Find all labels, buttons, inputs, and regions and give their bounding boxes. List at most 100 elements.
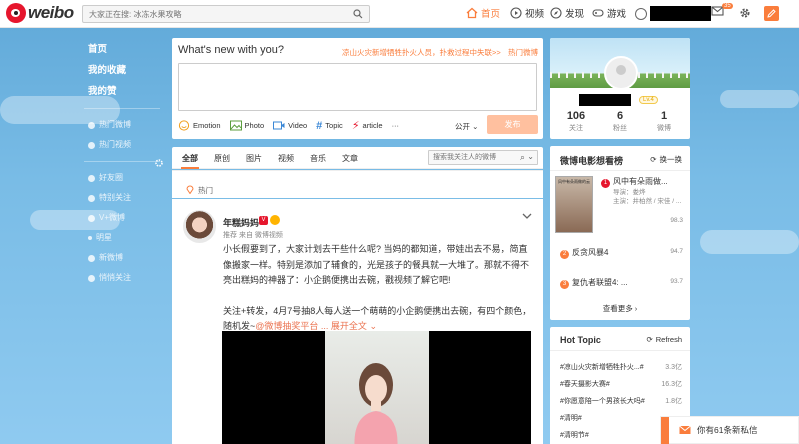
sidebar-item-likes[interactable]: 我的赞 (78, 81, 166, 102)
tab-music[interactable]: 音乐 (310, 153, 326, 164)
profile-card: Lv.4 106 关注 6 粉丝 1 微博 (550, 38, 690, 139)
sidebar-item-favorites[interactable]: 我的收藏 (78, 60, 166, 81)
sidebar-divider (84, 108, 160, 109)
stat-label: 关注 (569, 125, 583, 132)
user-icon (635, 7, 647, 20)
hot-feed-header: 热门 (172, 170, 543, 198)
chevron-down-icon: ⌄ (472, 122, 479, 131)
trending-topic-link[interactable]: 凉山火灾新增牺牲扑火人员，扑救过程中失联>> (342, 47, 501, 58)
chevron-down-icon[interactable]: ⌄ (527, 152, 534, 161)
publish-button[interactable]: 发布 (487, 115, 538, 134)
tool-label: article (362, 121, 383, 130)
stat-posts[interactable]: 1 微博 (641, 110, 687, 133)
author-avatar[interactable] (183, 210, 216, 243)
movie-rank: 1 (601, 179, 610, 188)
refresh-label: 换一换 (659, 155, 683, 164)
hot-topic-refresh-button[interactable]: ⟳ Refresh (646, 335, 682, 344)
divider (550, 350, 690, 351)
post-textarea[interactable] (178, 63, 537, 111)
photo-button[interactable]: Photo (229, 120, 265, 131)
nav-home[interactable]: 首页 (466, 6, 500, 20)
tab-images[interactable]: 图片 (246, 153, 262, 164)
emotion-button[interactable]: Emotion (178, 120, 221, 131)
pencil-icon (767, 9, 776, 18)
post-paragraph: 关注+转发，4月7号抽8人每人送一个萌萌的小企鹅便携出去碗，有四个颜色，随机发~… (223, 304, 533, 335)
lottery-platform-link[interactable]: @微博抽奖平台 (255, 321, 318, 331)
movie-view-more-link[interactable]: 查看更多 › (550, 303, 690, 314)
chevron-down-icon: ⌄ (369, 321, 377, 331)
compass-icon (550, 7, 562, 19)
sidebar-item-hot-video[interactable]: 热门视频 (78, 135, 166, 155)
movie-item-top[interactable]: 1 风中有朵雨做... (601, 176, 668, 188)
smiley-icon (178, 120, 190, 131)
topic-count: 1.8亿 (665, 398, 682, 405)
stat-label: 微博 (657, 125, 671, 132)
weibo-logo[interactable]: weibo (6, 3, 74, 23)
more-tools-button[interactable]: ··· (392, 121, 400, 130)
compose-button[interactable] (764, 6, 779, 21)
search-icon[interactable] (353, 9, 363, 19)
post-meta: 推荐 来自 微博视频 (223, 232, 283, 239)
visibility-label: 公开 (455, 122, 470, 131)
video-button[interactable]: Video (273, 120, 307, 131)
sidebar-item-special-follow[interactable]: 特别关注 (78, 188, 166, 208)
settings-button[interactable] (739, 7, 751, 21)
tab-all[interactable]: 全部 (182, 153, 198, 164)
topic-count: 16.3亿 (661, 381, 682, 388)
hot-weibo-link[interactable]: 热门微博 (508, 47, 538, 58)
nav-video-label: 视频 (525, 9, 545, 20)
nav-user-profile[interactable] (635, 6, 711, 21)
topic-button[interactable]: # Topic (316, 120, 343, 132)
sidebar-settings-gear-icon[interactable] (154, 158, 164, 168)
post-video-player[interactable] (222, 331, 531, 444)
messages-button[interactable]: 35 (711, 3, 733, 18)
nav-game[interactable]: 游戏 (592, 6, 626, 20)
private-message-notification[interactable]: 你有61条新私信 (660, 416, 799, 444)
sidebar-item-vplus[interactable]: V+微博 (78, 208, 166, 228)
hot-icon (88, 121, 95, 129)
expand-full-text-link[interactable]: ... 展开全文 (321, 321, 367, 331)
sidebar-item-hot-weibo[interactable]: 热门微博 (78, 115, 166, 135)
article-button[interactable]: ⚡ article (352, 119, 383, 132)
author-name[interactable]: 年糕妈妈 (223, 216, 259, 229)
tab-original[interactable]: 原创 (214, 153, 230, 164)
sidebar-item-new-weibo[interactable]: 新微博 (78, 248, 166, 268)
hot-topic-item[interactable]: #春天摄影大赛# 16.3亿 (560, 379, 682, 389)
tool-label: Photo (244, 121, 265, 130)
post-body: 小长假要到了，大家计划去干些什么呢? 当妈的都知道，带娃出去不易，简直像搬家一样… (223, 242, 533, 335)
search-icon[interactable]: ⌕ (520, 152, 525, 163)
movie-refresh-button[interactable]: ⟳ 换一换 (650, 154, 682, 165)
tab-video[interactable]: 视频 (278, 153, 294, 164)
sidebar-item-secret-follow[interactable]: 悄悄关注 (78, 268, 166, 288)
chevron-down-icon[interactable] (522, 212, 532, 220)
nav-video[interactable]: 视频 (510, 6, 544, 20)
sidebar-item-stars[interactable]: 明星 (78, 228, 166, 248)
eye-icon (88, 274, 95, 282)
feed-search-input[interactable] (429, 151, 517, 164)
sidebar-item-label: 好友圈 (99, 173, 123, 182)
active-tab-indicator (181, 167, 199, 169)
visibility-select[interactable]: 公开 ⌄ (455, 121, 478, 132)
hot-topic-item[interactable]: #你愿意陪一个男孩长大吗# 1.8亿 (560, 396, 682, 406)
nav-discover[interactable]: 发现 (550, 6, 584, 20)
movie-poster[interactable]: 风中有朵雨做的云 (555, 176, 593, 233)
sidebar-item-friends[interactable]: 好友圈 (78, 168, 166, 188)
movie-rank: 2 (560, 250, 569, 259)
sidebar-item-home[interactable]: 首页 (78, 39, 166, 60)
gamepad-icon (592, 9, 604, 17)
profile-avatar[interactable] (604, 56, 638, 90)
topic-name: #你愿意陪一个男孩长大吗# (560, 398, 645, 405)
search-input[interactable] (83, 6, 333, 22)
movie-item[interactable]: 2 反贪风暴4 (560, 247, 608, 259)
left-sidebar: 首页 我的收藏 我的赞 热门微博 热门视频 好友圈 特别关注 V+微博 明星 新… (78, 39, 166, 288)
hot-topic-item[interactable]: #凉山火灾新增牺牲扑火...# 3.3亿 (560, 362, 682, 372)
movie-name: 反贪风暴4 (572, 248, 609, 257)
tab-articles[interactable]: 文章 (342, 153, 358, 164)
movie-item[interactable]: 3 复仇者联盟4: ... (560, 277, 628, 289)
video-icon (88, 141, 95, 149)
divider (550, 170, 690, 171)
stat-following[interactable]: 106 关注 (553, 110, 599, 133)
movie-score: 98.3 (670, 217, 683, 224)
stat-followers[interactable]: 6 粉丝 (597, 110, 643, 133)
redacted-profile-name[interactable] (579, 94, 631, 106)
